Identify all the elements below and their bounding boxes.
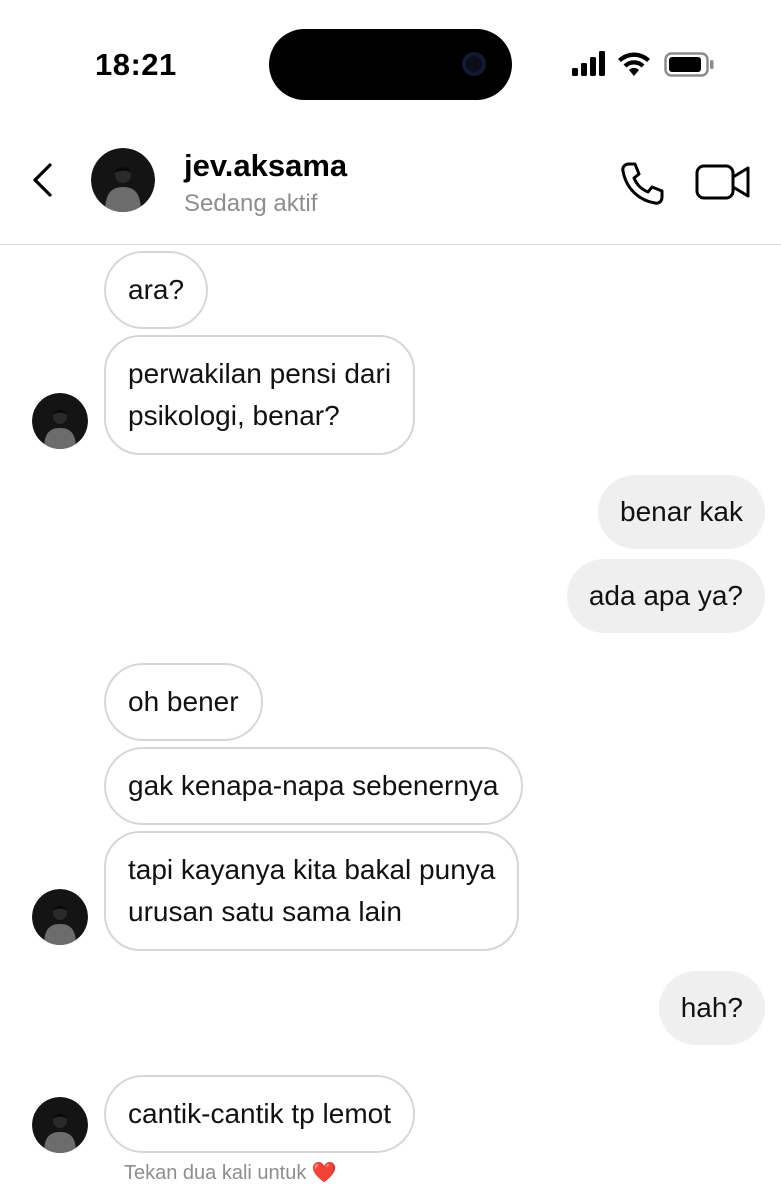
signal-icon <box>572 51 605 76</box>
status-icons <box>572 51 714 77</box>
hint-text: Tekan dua kali untuk <box>124 1162 307 1184</box>
message-line: urusan satu sama lain <box>128 896 402 927</box>
message-incoming[interactable]: tapi kayanya kita bakal punya urusan sat… <box>104 831 520 951</box>
message-incoming[interactable]: gak kenapa-napa sebenernya <box>104 747 523 825</box>
video-camera-icon[interactable] <box>695 162 751 202</box>
username[interactable]: jev.aksama <box>184 148 347 184</box>
front-camera <box>462 52 486 76</box>
active-status: Sedang aktif <box>184 190 318 217</box>
message-incoming[interactable]: ara? <box>104 251 209 329</box>
message-incoming[interactable]: oh bener <box>104 663 263 741</box>
message-incoming[interactable]: cantik-cantik tp lemot <box>104 1075 415 1153</box>
message-line: psikologi, benar? <box>128 400 340 431</box>
message-line: perwakilan pensi dari <box>128 358 392 389</box>
chat-header: jev.aksama Sedang aktif <box>0 130 781 245</box>
avatar[interactable] <box>32 889 88 945</box>
status-bar: 18:21 <box>0 0 781 130</box>
phone-icon[interactable] <box>618 160 664 206</box>
message-incoming[interactable]: perwakilan pensi dari psikologi, benar? <box>104 335 416 455</box>
avatar[interactable] <box>32 393 88 449</box>
dynamic-island <box>269 29 512 100</box>
double-tap-hint: Tekan dua kali untuk ❤️ <box>124 1160 337 1185</box>
wifi-icon <box>618 52 650 76</box>
message-line: tapi kayanya kita bakal punya <box>128 854 496 885</box>
message-outgoing[interactable]: benar kak <box>598 475 765 549</box>
back-chevron-icon[interactable] <box>28 160 58 200</box>
avatar[interactable] <box>32 1097 88 1153</box>
status-time: 18:21 <box>95 47 177 82</box>
message-outgoing[interactable]: hah? <box>658 971 765 1045</box>
heart-icon: ❤️ <box>311 1162 337 1184</box>
message-outgoing[interactable]: ada apa ya? <box>566 559 765 633</box>
battery-icon <box>664 52 714 77</box>
avatar[interactable] <box>91 148 155 212</box>
